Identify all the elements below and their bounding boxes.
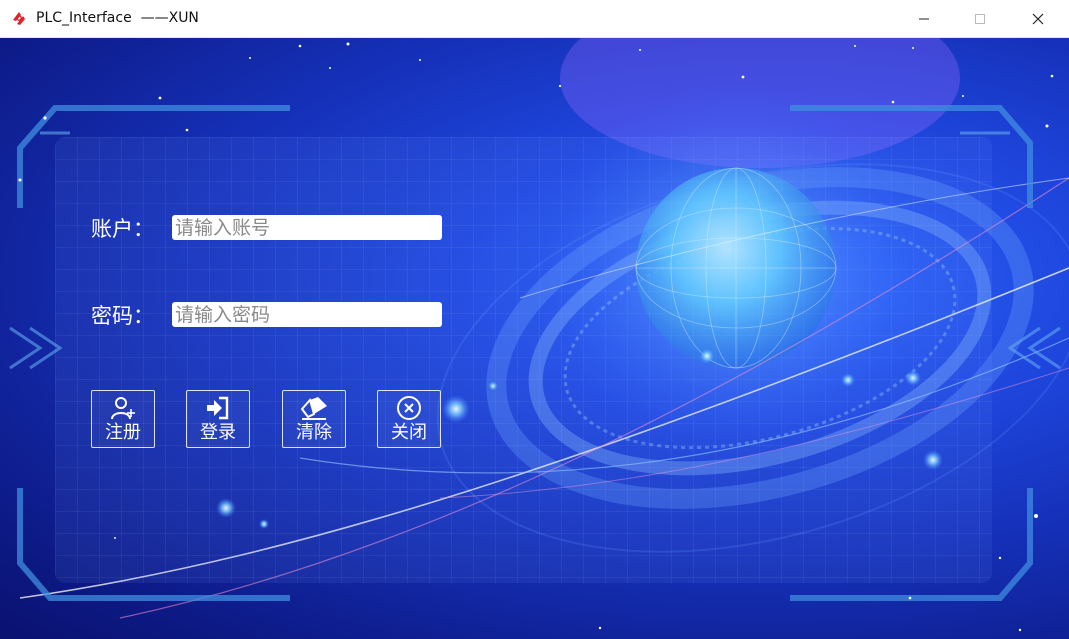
eraser-icon [300, 395, 328, 421]
clear-label: 清除 [296, 422, 332, 443]
clear-button[interactable]: 清除 [282, 390, 346, 448]
minimize-button[interactable] [896, 0, 952, 38]
close-label: 关闭 [391, 422, 427, 443]
close-circle-icon [395, 395, 423, 421]
close-icon [1032, 13, 1044, 25]
close-button[interactable]: 关闭 [377, 390, 441, 448]
login-window-body [0, 38, 1069, 639]
maximize-icon [975, 14, 985, 24]
login-icon [204, 395, 232, 421]
maximize-button[interactable] [952, 0, 1008, 38]
account-input[interactable] [172, 215, 442, 240]
password-input[interactable] [172, 302, 442, 327]
login-button[interactable]: 登录 [186, 390, 250, 448]
password-label: 密码： [91, 304, 154, 328]
login-label: 登录 [200, 422, 236, 443]
title-bar[interactable]: PLC_Interface ——XUN [0, 0, 1069, 38]
register-button[interactable]: 注册 [91, 390, 155, 448]
app-logo-icon [13, 12, 25, 25]
account-label: 账户： [91, 217, 154, 241]
register-label: 注册 [105, 422, 141, 443]
close-window-button[interactable] [1010, 0, 1066, 38]
minimize-icon [919, 18, 929, 20]
user-add-icon [109, 395, 137, 421]
login-panel [55, 137, 992, 583]
window-title: PLC_Interface ——XUN [36, 10, 199, 26]
